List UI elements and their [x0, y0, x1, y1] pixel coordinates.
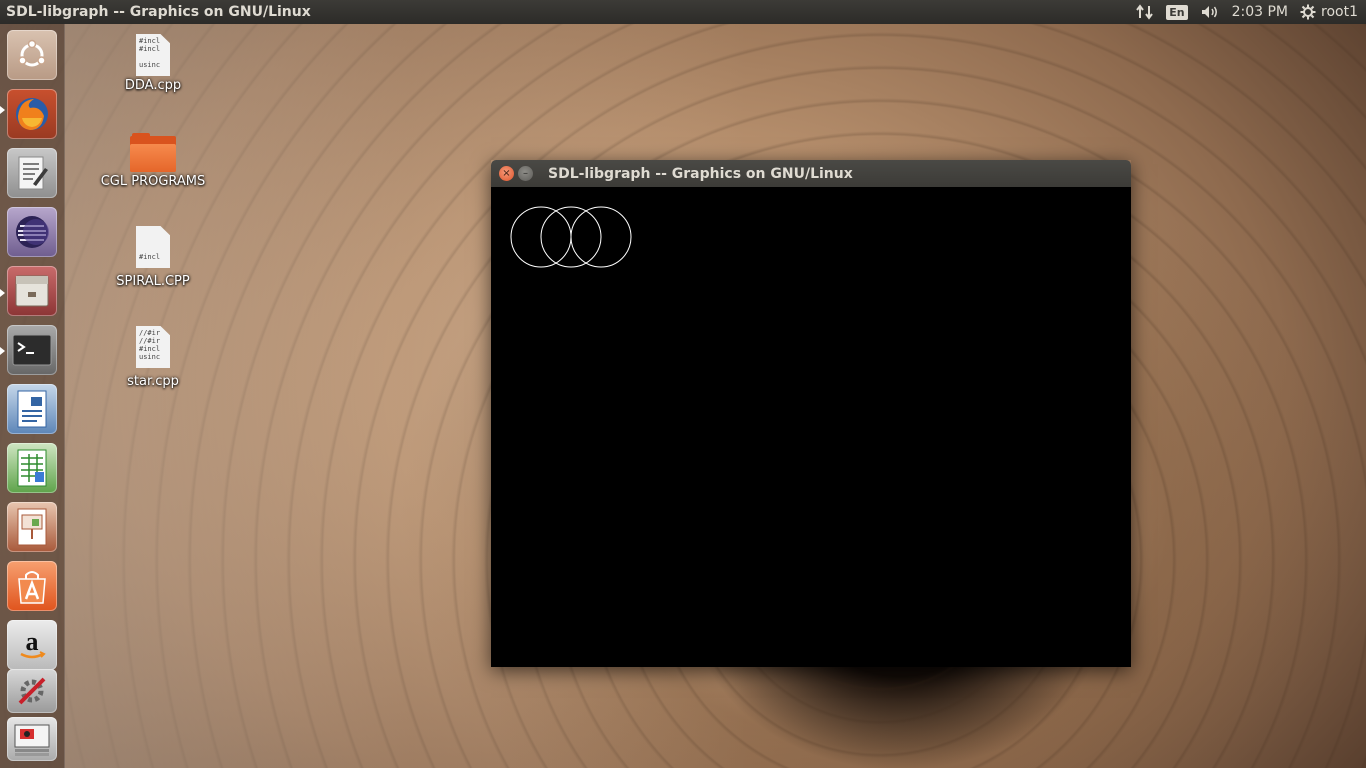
workspace-icon	[14, 724, 50, 756]
text-file-icon: #incl	[136, 226, 170, 268]
launcher-calc[interactable]	[7, 443, 57, 493]
window-titlebar[interactable]: × – SDL-libgraph -- Graphics on GNU/Linu…	[491, 160, 1131, 187]
minimize-icon: –	[523, 167, 528, 179]
eclipse-icon	[16, 216, 49, 248]
launcher-files[interactable]	[7, 266, 57, 316]
user-name: root1	[1321, 4, 1358, 20]
active-window-title: SDL-libgraph -- Graphics on GNU/Linux	[6, 4, 311, 20]
session-indicator[interactable]: root1	[1294, 0, 1366, 24]
volume-icon	[1201, 6, 1217, 18]
text-file-icon: #incl #incl usinc	[136, 34, 170, 76]
launcher-firefox[interactable]	[7, 89, 57, 139]
system-settings-icon	[18, 677, 46, 705]
indicator-area: En 2:03 PM root1	[1130, 0, 1366, 24]
desktop-file-dda[interactable]: #incl #incl usinc DDA.cpp	[98, 34, 208, 93]
libreoffice-writer-icon	[17, 390, 47, 428]
sound-indicator[interactable]	[1194, 0, 1226, 24]
launcher-writer[interactable]	[7, 384, 57, 434]
launcher: a	[0, 24, 65, 768]
sdl-libgraph-window: × – SDL-libgraph -- Graphics on GNU/Linu…	[491, 160, 1131, 667]
close-icon: ×	[502, 167, 511, 179]
ubuntu-dash-icon	[18, 39, 46, 67]
desktop-file-star[interactable]: //#ir //#ir #incl usinc star.cpp	[98, 326, 208, 389]
network-updown-icon	[1136, 4, 1154, 20]
file-manager-icon	[15, 275, 49, 307]
desktop-folder-cgl-programs[interactable]: CGL PROGRAMS	[98, 130, 208, 189]
firefox-icon	[16, 98, 48, 130]
desktop-icon-label: SPIRAL.CPP	[116, 274, 190, 289]
desktop-icon-label: star.cpp	[127, 374, 179, 389]
top-panel: SDL-libgraph -- Graphics on GNU/Linux En…	[0, 0, 1366, 24]
launcher-terminal[interactable]	[7, 325, 57, 375]
libreoffice-calc-icon	[17, 449, 47, 487]
keyboard-indicator[interactable]: En	[1160, 0, 1193, 24]
launcher-system-settings[interactable]	[7, 669, 57, 713]
launcher-workspace-switcher[interactable]	[7, 717, 57, 761]
libreoffice-impress-icon	[17, 508, 47, 546]
text-editor-icon	[18, 156, 48, 190]
graphics-canvas[interactable]	[491, 187, 1131, 667]
folder-icon	[130, 133, 176, 172]
launcher-software-center[interactable]	[7, 561, 57, 611]
launcher-amazon[interactable]: a	[7, 620, 57, 670]
svg-text:a: a	[26, 627, 39, 656]
launcher-text-editor[interactable]	[7, 148, 57, 198]
window-minimize-button[interactable]: –	[518, 166, 533, 181]
desktop-file-spiral[interactable]: #incl SPIRAL.CPP	[98, 226, 208, 289]
launcher-dash[interactable]	[7, 30, 57, 80]
network-indicator[interactable]	[1130, 0, 1160, 24]
text-file-icon: //#ir //#ir #incl usinc	[136, 326, 170, 368]
amazon-icon: a	[20, 627, 46, 659]
desktop-icon-label: CGL PROGRAMS	[100, 174, 206, 189]
keyboard-layout-badge: En	[1166, 4, 1188, 20]
launcher-eclipse[interactable]	[7, 207, 57, 257]
canvas-drawing	[510, 206, 632, 268]
clock-time: 2:03 PM	[1231, 4, 1289, 20]
window-close-button[interactable]: ×	[499, 166, 514, 181]
clock-indicator[interactable]: 2:03 PM	[1226, 0, 1294, 24]
terminal-icon	[12, 334, 52, 366]
desktop-icon-label: DDA.cpp	[124, 78, 182, 93]
window-title: SDL-libgraph -- Graphics on GNU/Linux	[548, 165, 853, 182]
software-center-icon	[18, 571, 46, 604]
launcher-impress[interactable]	[7, 502, 57, 552]
gear-icon	[1300, 4, 1316, 20]
